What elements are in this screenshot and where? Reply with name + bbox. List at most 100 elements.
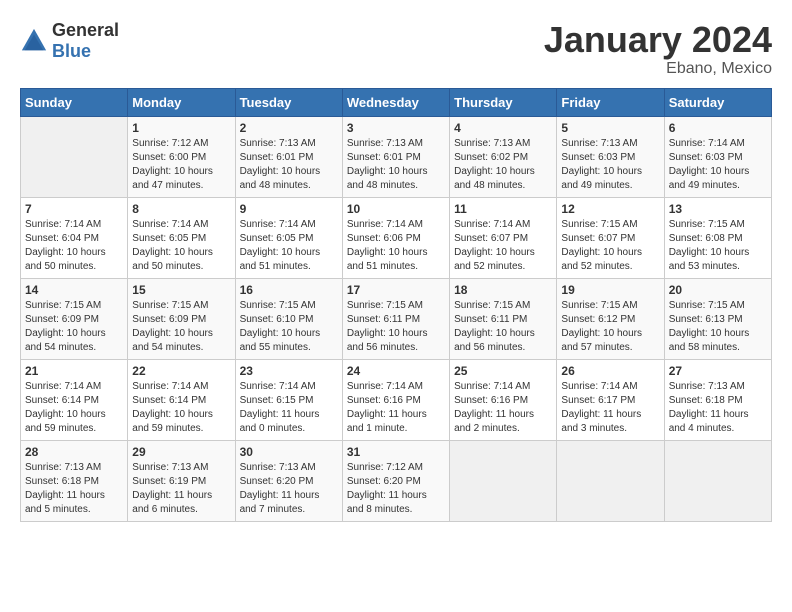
day-cell: 21 Sunrise: 7:14 AM Sunset: 6:14 PM Dayli…	[21, 359, 128, 440]
day-number: 22	[132, 364, 230, 378]
day-info: Sunrise: 7:14 AM Sunset: 6:05 PM Dayligh…	[240, 218, 338, 274]
day-cell: 14 Sunrise: 7:15 AM Sunset: 6:09 PM Dayli…	[21, 278, 128, 359]
day-info: Sunrise: 7:15 AM Sunset: 6:09 PM Dayligh…	[25, 299, 123, 355]
day-info: Sunrise: 7:14 AM Sunset: 6:16 PM Dayligh…	[347, 380, 445, 436]
day-number: 19	[561, 283, 659, 297]
page-header: General Blue January 2024 Ebano, Mexico	[20, 20, 772, 78]
day-info: Sunrise: 7:15 AM Sunset: 6:09 PM Dayligh…	[132, 299, 230, 355]
week-row-5: 28 Sunrise: 7:13 AM Sunset: 6:18 PM Dayli…	[21, 440, 772, 521]
day-cell: 6 Sunrise: 7:14 AM Sunset: 6:03 PM Daylig…	[664, 116, 771, 197]
day-info: Sunrise: 7:12 AM Sunset: 6:20 PM Dayligh…	[347, 461, 445, 517]
day-number: 5	[561, 121, 659, 135]
calendar-header: SundayMondayTuesdayWednesdayThursdayFrid…	[21, 88, 772, 116]
day-number: 31	[347, 445, 445, 459]
day-number: 17	[347, 283, 445, 297]
day-cell: 8 Sunrise: 7:14 AM Sunset: 6:05 PM Daylig…	[128, 197, 235, 278]
day-number: 26	[561, 364, 659, 378]
day-number: 2	[240, 121, 338, 135]
header-row: SundayMondayTuesdayWednesdayThursdayFrid…	[21, 88, 772, 116]
day-info: Sunrise: 7:14 AM Sunset: 6:14 PM Dayligh…	[132, 380, 230, 436]
day-cell	[664, 440, 771, 521]
calendar-title: January 2024	[544, 20, 772, 60]
day-cell: 27 Sunrise: 7:13 AM Sunset: 6:18 PM Dayli…	[664, 359, 771, 440]
day-number: 21	[25, 364, 123, 378]
day-info: Sunrise: 7:15 AM Sunset: 6:07 PM Dayligh…	[561, 218, 659, 274]
day-cell: 31 Sunrise: 7:12 AM Sunset: 6:20 PM Dayli…	[342, 440, 449, 521]
day-cell: 28 Sunrise: 7:13 AM Sunset: 6:18 PM Dayli…	[21, 440, 128, 521]
day-cell: 18Sunrise: 7:15 AM Sunset: 6:11 PM Dayli…	[450, 278, 557, 359]
day-number: 20	[669, 283, 767, 297]
day-number: 3	[347, 121, 445, 135]
header-cell-saturday: Saturday	[664, 88, 771, 116]
day-cell: 11Sunrise: 7:14 AM Sunset: 6:07 PM Dayli…	[450, 197, 557, 278]
calendar-subtitle: Ebano, Mexico	[544, 60, 772, 78]
week-row-1: 1 Sunrise: 7:12 AM Sunset: 6:00 PM Daylig…	[21, 116, 772, 197]
day-info: Sunrise: 7:12 AM Sunset: 6:00 PM Dayligh…	[132, 137, 230, 193]
day-cell	[557, 440, 664, 521]
day-info: Sunrise: 7:13 AM Sunset: 6:19 PM Dayligh…	[132, 461, 230, 517]
day-number: 16	[240, 283, 338, 297]
day-number: 25	[454, 364, 552, 378]
title-block: January 2024 Ebano, Mexico	[544, 20, 772, 78]
day-info: Sunrise: 7:15 AM Sunset: 6:11 PM Dayligh…	[347, 299, 445, 355]
day-info: Sunrise: 7:14 AM Sunset: 6:06 PM Dayligh…	[347, 218, 445, 274]
week-row-4: 21 Sunrise: 7:14 AM Sunset: 6:14 PM Dayli…	[21, 359, 772, 440]
day-info: Sunrise: 7:13 AM Sunset: 6:18 PM Dayligh…	[25, 461, 123, 517]
day-cell	[21, 116, 128, 197]
day-info: Sunrise: 7:14 AM Sunset: 6:05 PM Dayligh…	[132, 218, 230, 274]
day-info: Sunrise: 7:14 AM Sunset: 6:03 PM Dayligh…	[669, 137, 767, 193]
day-cell: 20Sunrise: 7:15 AM Sunset: 6:13 PM Dayli…	[664, 278, 771, 359]
day-info: Sunrise: 7:13 AM Sunset: 6:18 PM Dayligh…	[669, 380, 767, 436]
day-number: 23	[240, 364, 338, 378]
day-cell: 5 Sunrise: 7:13 AM Sunset: 6:03 PM Daylig…	[557, 116, 664, 197]
day-number: 7	[25, 202, 123, 216]
day-number: 10	[347, 202, 445, 216]
day-cell: 12 Sunrise: 7:15 AM Sunset: 6:07 PM Dayli…	[557, 197, 664, 278]
day-cell: 17 Sunrise: 7:15 AM Sunset: 6:11 PM Dayli…	[342, 278, 449, 359]
day-cell: 10 Sunrise: 7:14 AM Sunset: 6:06 PM Dayli…	[342, 197, 449, 278]
day-number: 27	[669, 364, 767, 378]
day-cell: 25 Sunrise: 7:14 AM Sunset: 6:16 PM Dayli…	[450, 359, 557, 440]
calendar-body: 1 Sunrise: 7:12 AM Sunset: 6:00 PM Daylig…	[21, 116, 772, 521]
day-number: 28	[25, 445, 123, 459]
day-cell: 15 Sunrise: 7:15 AM Sunset: 6:09 PM Dayli…	[128, 278, 235, 359]
day-cell: 19Sunrise: 7:15 AM Sunset: 6:12 PM Dayli…	[557, 278, 664, 359]
week-row-3: 14 Sunrise: 7:15 AM Sunset: 6:09 PM Dayli…	[21, 278, 772, 359]
logo-general: General	[52, 20, 119, 41]
day-number: 6	[669, 121, 767, 135]
day-cell: 26Sunrise: 7:14 AM Sunset: 6:17 PM Dayli…	[557, 359, 664, 440]
day-cell: 4Sunrise: 7:13 AM Sunset: 6:02 PM Daylig…	[450, 116, 557, 197]
day-number: 9	[240, 202, 338, 216]
logo: General Blue	[20, 20, 119, 62]
day-number: 30	[240, 445, 338, 459]
day-info: Sunrise: 7:14 AM Sunset: 6:04 PM Dayligh…	[25, 218, 123, 274]
day-cell: 2Sunrise: 7:13 AM Sunset: 6:01 PM Daylig…	[235, 116, 342, 197]
day-cell	[450, 440, 557, 521]
header-cell-monday: Monday	[128, 88, 235, 116]
day-info: Sunrise: 7:13 AM Sunset: 6:02 PM Dayligh…	[454, 137, 552, 193]
day-info: Sunrise: 7:14 AM Sunset: 6:07 PM Dayligh…	[454, 218, 552, 274]
day-cell: 22 Sunrise: 7:14 AM Sunset: 6:14 PM Dayli…	[128, 359, 235, 440]
day-number: 15	[132, 283, 230, 297]
header-cell-wednesday: Wednesday	[342, 88, 449, 116]
day-info: Sunrise: 7:14 AM Sunset: 6:16 PM Dayligh…	[454, 380, 552, 436]
day-info: Sunrise: 7:14 AM Sunset: 6:14 PM Dayligh…	[25, 380, 123, 436]
day-info: Sunrise: 7:13 AM Sunset: 6:20 PM Dayligh…	[240, 461, 338, 517]
day-number: 1	[132, 121, 230, 135]
header-cell-tuesday: Tuesday	[235, 88, 342, 116]
day-info: Sunrise: 7:13 AM Sunset: 6:03 PM Dayligh…	[561, 137, 659, 193]
logo-icon	[20, 27, 48, 55]
header-cell-thursday: Thursday	[450, 88, 557, 116]
day-number: 24	[347, 364, 445, 378]
day-number: 14	[25, 283, 123, 297]
header-cell-sunday: Sunday	[21, 88, 128, 116]
day-number: 29	[132, 445, 230, 459]
day-info: Sunrise: 7:13 AM Sunset: 6:01 PM Dayligh…	[347, 137, 445, 193]
day-info: Sunrise: 7:14 AM Sunset: 6:15 PM Dayligh…	[240, 380, 338, 436]
day-cell: 29 Sunrise: 7:13 AM Sunset: 6:19 PM Dayli…	[128, 440, 235, 521]
day-cell: 1 Sunrise: 7:12 AM Sunset: 6:00 PM Daylig…	[128, 116, 235, 197]
day-cell: 30 Sunrise: 7:13 AM Sunset: 6:20 PM Dayli…	[235, 440, 342, 521]
day-info: Sunrise: 7:15 AM Sunset: 6:10 PM Dayligh…	[240, 299, 338, 355]
day-number: 12	[561, 202, 659, 216]
day-number: 8	[132, 202, 230, 216]
